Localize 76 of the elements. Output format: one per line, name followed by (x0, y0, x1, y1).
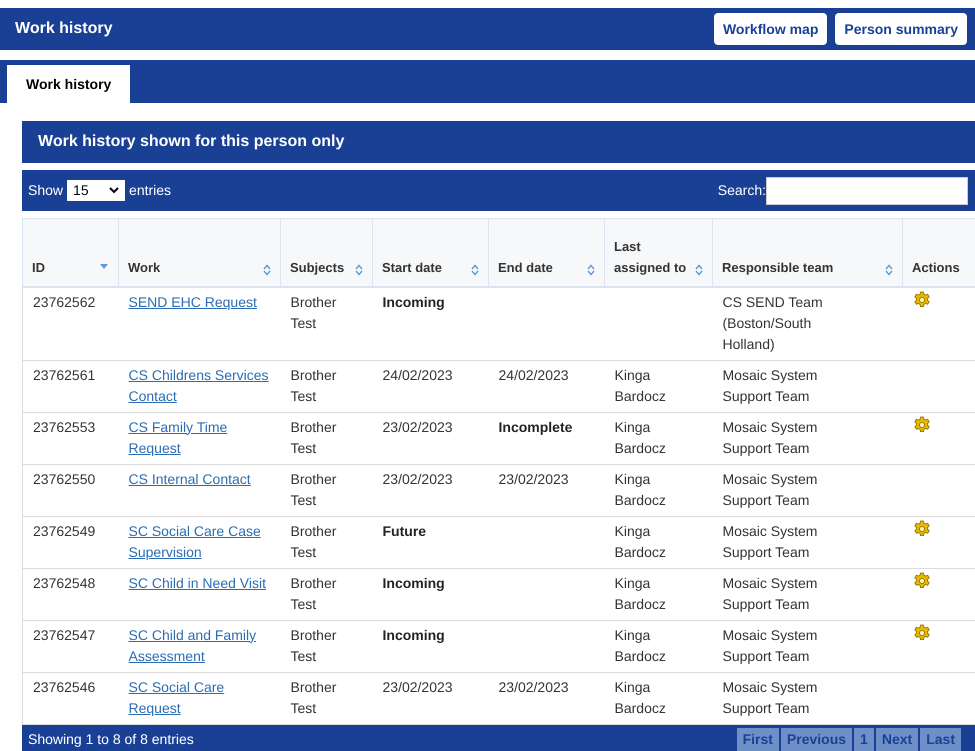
team-text: Mosaic System Support Team (722, 574, 818, 614)
team-text: Mosaic System Support Team (722, 678, 818, 718)
search-label: Search: (718, 181, 766, 200)
work-link[interactable]: CS Family Time Request (128, 416, 270, 458)
id-text: 23762546 (33, 678, 96, 694)
work-link[interactable]: SC Child and Family Assessment (128, 624, 270, 666)
date-text: 23/02/2023 (382, 470, 453, 486)
assignee-text: Kinga Bardocz (614, 366, 667, 406)
panel-title: Work history shown for this person only (38, 132, 344, 152)
gear-icon[interactable] (912, 520, 930, 538)
work-link[interactable]: SEND EHC Request (128, 292, 257, 312)
show-label: Show (28, 181, 64, 200)
work-link[interactable]: CS Childrens Services Contact (128, 364, 270, 406)
id-text: 23762547 (33, 626, 96, 642)
header-button[interactable]: Workflow map (714, 13, 828, 45)
team-text: Mosaic System Support Team (722, 418, 818, 458)
subject-text: Brother Test (290, 522, 338, 562)
date-text: 23/02/2023 (382, 418, 453, 434)
header-button[interactable]: Person summary (835, 13, 967, 45)
id-text: 23762561 (33, 366, 96, 382)
work-link[interactable]: SC Social Care Request (128, 676, 270, 718)
entries-info: Showing 1 to 8 of 8 entries (28, 730, 194, 749)
assignee-text: Kinga Bardocz (614, 470, 667, 510)
team-text: CS SEND Team (Boston/South Holland) (722, 292, 824, 354)
assignee-text: Kinga Bardocz (614, 522, 667, 562)
id-text: 23762550 (33, 470, 96, 486)
subject-text: Brother Test (290, 366, 338, 406)
subject-text: Brother Test (290, 574, 338, 614)
date-text: 23/02/2023 (498, 470, 569, 486)
subject-text: Brother Test (290, 418, 338, 458)
status-text: Incoming (382, 574, 445, 590)
tab[interactable]: Work history (7, 65, 130, 103)
team-text: Mosaic System Support Team (722, 522, 818, 562)
subject-text: Brother Test (290, 470, 338, 510)
gear-icon[interactable] (912, 624, 930, 642)
date-text: 23/02/2023 (498, 678, 569, 694)
team-text: Mosaic System Support Team (722, 470, 818, 510)
column-header[interactable]: Last assigned to (614, 236, 693, 278)
subject-text: Brother Test (290, 626, 338, 666)
column-header[interactable]: ID (32, 256, 45, 278)
assignee-text: Kinga Bardocz (614, 574, 667, 614)
assignee-text: Kinga Bardocz (614, 418, 667, 458)
chevron-down-icon (109, 187, 120, 194)
status-text: Future (382, 522, 426, 538)
entries-label: entries (129, 181, 172, 200)
search-field[interactable] (766, 176, 968, 204)
column-header[interactable]: Responsible team (722, 256, 834, 278)
assignee-text: Kinga Bardocz (614, 626, 667, 666)
entries-select[interactable]: 15 (67, 180, 126, 201)
assignee-text: Kinga Bardocz (614, 678, 667, 718)
work-link[interactable]: SC Child in Need Visit (128, 572, 266, 594)
team-text: Mosaic System Support Team (722, 626, 818, 666)
status-text: Incoming (382, 626, 445, 642)
status-text: Incomplete (498, 418, 572, 434)
date-text: 24/02/2023 (498, 366, 569, 382)
gear-icon[interactable] (912, 416, 930, 434)
date-text: 24/02/2023 (382, 366, 453, 382)
page-title: Work history (15, 19, 112, 39)
team-text: Mosaic System Support Team (722, 366, 818, 406)
work-link[interactable]: CS Internal Contact (128, 468, 251, 490)
column-header[interactable]: Subjects (290, 256, 344, 278)
column-header[interactable]: End date (498, 256, 553, 278)
work-link[interactable]: SC Social Care Case Supervision (128, 520, 270, 562)
id-text: 23762553 (33, 418, 96, 434)
status-text: Incoming (382, 294, 445, 310)
subject-text: Brother Test (290, 292, 338, 332)
id-text: 23762549 (33, 522, 96, 538)
column-header[interactable]: Start date (382, 256, 442, 278)
subject-text: Brother Test (290, 678, 338, 718)
id-text: 23762562 (33, 294, 96, 310)
gear-icon[interactable] (912, 290, 930, 308)
gear-icon[interactable] (912, 572, 930, 590)
column-header[interactable]: Actions (912, 256, 960, 278)
id-text: 23762548 (33, 574, 96, 590)
date-text: 23/02/2023 (382, 678, 453, 694)
column-header[interactable]: Work (128, 256, 160, 278)
